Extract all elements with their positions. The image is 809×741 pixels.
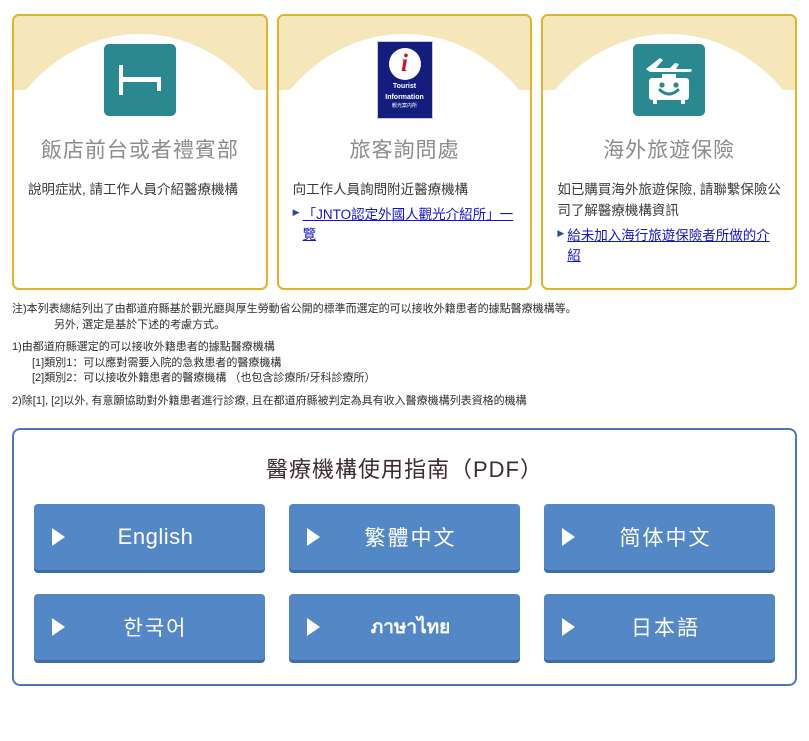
uninsured-traveler-guide-link[interactable]: 給未加入海行旅遊保險者所做的介紹: [567, 226, 781, 267]
footnote-line-6: 2)除[1], [2]以外, 有意願協助對外籍患者進行診療, 且在都道府縣被判定…: [12, 395, 527, 408]
lang-button-label: 日本語: [631, 616, 700, 640]
pdf-panel-title: 醫療機構使用指南（PDF）: [265, 456, 543, 482]
card-title: 海外旅遊保險: [603, 139, 736, 162]
footnote-block: 注)本列表總結列出了由都道府縣基於觀光廳與厚生勞動省公開的標準而選定的可以接收外…: [0, 302, 809, 410]
lang-button-simplified-chinese[interactable]: 简体中文: [544, 503, 775, 570]
footnote-line-5: [2]類別2：可以接收外籍患者的醫療機構 （也包含診療所/牙科診療所）: [32, 372, 376, 385]
icon-caption-line1: Tourist: [392, 83, 417, 90]
pdf-guide-panel: 醫療機構使用指南（PDF） English 繁體中文 简体中文 한국어 ภาษา…: [12, 427, 797, 686]
play-triangle-icon: [307, 527, 320, 546]
play-triangle-icon: [562, 617, 575, 636]
card-link-row: ▶ 「JNTO認定外國人觀光介紹所」一覽: [291, 205, 519, 246]
card-title: 飯店前台或者禮賓部: [40, 139, 239, 162]
icon-caption-line2: Information: [385, 94, 424, 102]
info-card-tourist-information: i Tourist Information 観光案内所 旅客詢問處 向工作人員詢…: [276, 14, 533, 290]
footnote-spacer: [12, 333, 797, 340]
lang-button-japanese[interactable]: 日本語: [544, 593, 775, 660]
travel-insurance-suitcase-plane-icon: [633, 44, 706, 116]
lang-button-label: ภาษาไทย: [370, 616, 451, 638]
lang-button-label: English: [117, 523, 194, 549]
card-body-text: 向工作人員詢問附近醫療機構: [292, 182, 469, 197]
icon-container: [103, 36, 176, 124]
lang-button-english[interactable]: English: [34, 503, 265, 570]
lang-button-label: 繁體中文: [364, 526, 457, 550]
card-content: 海外旅遊保險 如已購買海外旅遊保險, 請聯繫保險公司了解醫療機構資訊 ▶ 給未加…: [543, 16, 795, 288]
play-triangle-icon: [52, 617, 65, 636]
footnote-spacer: [12, 387, 797, 394]
card-body-text: 如已購買海外旅遊保險, 請聯繫保險公司了解醫療機構資訊: [557, 182, 781, 218]
card-body-text: 說明症狀, 請工作人員介紹醫療機構: [28, 182, 239, 197]
card-content: 飯店前台或者禮賓部 說明症狀, 請工作人員介紹醫療機構: [14, 16, 266, 288]
icon-container: [633, 36, 706, 124]
footnote-line-3: 1)由都道府縣選定的可以接收外籍患者的據點醫療機構: [12, 341, 275, 354]
footnote-line-4: [1]類別1：可以應對需要入院的急救患者的醫療機構: [32, 356, 282, 369]
icon-container: i Tourist Information 観光案内所: [376, 36, 433, 124]
hotel-bed-icon: [103, 44, 176, 116]
info-card-travel-insurance: 海外旅遊保險 如已購買海外旅遊保險, 請聯繫保險公司了解醫療機構資訊 ▶ 給未加…: [541, 14, 798, 290]
lang-button-traditional-chinese[interactable]: 繁體中文: [289, 503, 520, 570]
lang-button-label: 한국어: [123, 616, 188, 640]
letter-i-glyph: i: [401, 49, 408, 77]
info-card-hotel: 飯店前台或者禮賓部 說明症狀, 請工作人員介紹醫療機構: [12, 14, 268, 290]
card-link-row: ▶ 給未加入海行旅遊保險者所做的介紹: [555, 226, 783, 267]
lang-button-label: 简体中文: [619, 526, 712, 550]
jnto-tourist-center-list-link[interactable]: 「JNTO認定外國人觀光介紹所」一覽: [303, 205, 517, 246]
lang-button-korean[interactable]: 한국어: [34, 593, 265, 660]
play-triangle-icon: [307, 617, 320, 636]
card-content: i Tourist Information 観光案内所 旅客詢問處 向工作人員詢…: [279, 16, 531, 288]
footnote-line-2: 另外, 選定是基於下述的考慮方式。: [54, 318, 226, 331]
card-title: 旅客詢問處: [349, 139, 460, 162]
bullet-triangle-icon: ▶: [292, 206, 300, 217]
info-card-row: 飯店前台或者禮賓部 說明症狀, 請工作人員介紹醫療機構 i Tourist In…: [0, 0, 809, 290]
language-button-grid: English 繁體中文 简体中文 한국어 ภาษาไทย 日本語: [34, 503, 775, 660]
footnote-line-1: 注)本列表總結列出了由都道府縣基於觀光廳與厚生勞動省公開的標準而選定的可以接收外…: [12, 303, 577, 315]
lang-button-thai[interactable]: ภาษาไทย: [289, 593, 520, 660]
info-circle-icon: i: [388, 48, 421, 80]
play-triangle-icon: [562, 527, 575, 546]
bullet-triangle-icon: ▶: [557, 227, 565, 238]
play-triangle-icon: [52, 527, 65, 546]
icon-caption-line3: 観光案内所: [391, 103, 417, 110]
tourist-information-icon: i Tourist Information 観光案内所: [376, 41, 433, 119]
